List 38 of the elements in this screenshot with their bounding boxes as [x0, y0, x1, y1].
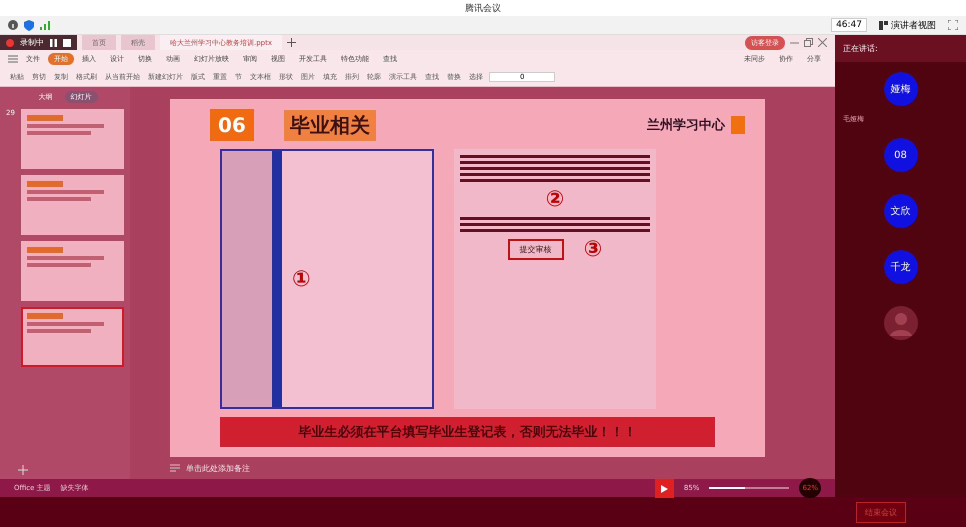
menu-icon[interactable]: [8, 55, 18, 63]
close-icon[interactable]: [818, 38, 827, 47]
plus-icon[interactable]: [287, 38, 296, 47]
info-icon[interactable]: [8, 20, 18, 30]
participant-avatar[interactable]: 千龙: [884, 250, 918, 284]
participant-avatar[interactable]: 08: [884, 138, 918, 172]
play-button[interactable]: [654, 478, 674, 498]
play-icon: [660, 484, 668, 492]
stop-icon[interactable]: [63, 38, 71, 46]
notes-placeholder[interactable]: 单击此处添加备注: [186, 462, 250, 474]
notes-icon: [170, 464, 180, 472]
presenter-view-button[interactable]: 演讲者视图: [873, 18, 942, 32]
meeting-timer: 46:47: [831, 18, 867, 32]
slide-title: 毕业相关: [284, 110, 376, 140]
pause-icon[interactable]: [50, 38, 57, 46]
layout-icon: [879, 20, 888, 30]
recording-label: 录制中: [20, 37, 44, 48]
step-marker: ②: [546, 187, 564, 212]
step-marker: ③: [584, 237, 602, 262]
slide-thumbnail[interactable]: [21, 175, 124, 235]
fullscreen-icon[interactable]: [948, 20, 958, 30]
warning-banner: 毕业生必须在平台填写毕业生登记表，否则无法毕业！！！: [220, 417, 715, 447]
slide-thumbnail[interactable]: [21, 241, 124, 301]
participant-avatar[interactable]: 娅梅: [884, 72, 918, 106]
slide-thumbnail[interactable]: [21, 109, 124, 169]
signal-icon: [40, 20, 51, 30]
record-dot-icon: [6, 38, 14, 46]
participant-avatar[interactable]: 文欣: [884, 194, 918, 228]
window-title: 腾讯会议: [465, 2, 501, 14]
restore-icon[interactable]: [804, 38, 813, 47]
person-avatar-icon[interactable]: [884, 306, 918, 340]
step-marker: ①: [292, 266, 311, 292]
slide-thumbnail[interactable]: [21, 307, 124, 367]
shield-icon[interactable]: [24, 20, 34, 30]
section-marker-icon: [731, 116, 745, 134]
center-name: 兰州学习中心: [647, 116, 725, 134]
section-number: 06: [210, 109, 254, 141]
speaking-label: 正在讲话:: [843, 44, 878, 53]
